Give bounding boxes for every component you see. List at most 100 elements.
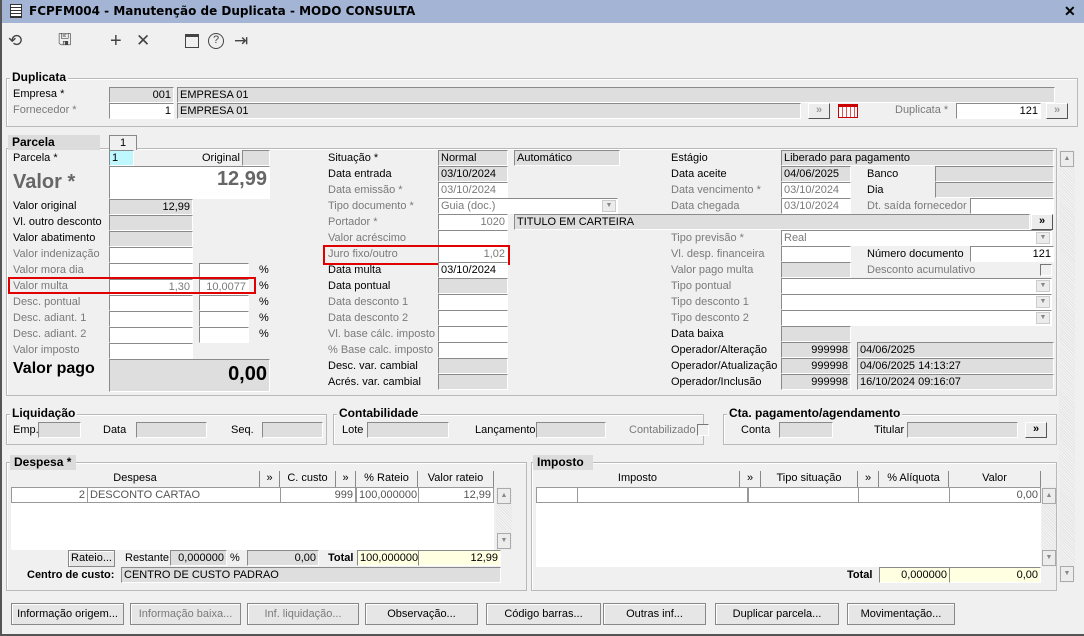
informacao-origem-button[interactable]: Informação origem... [11,603,124,625]
desc-pontual-pct-field[interactable] [199,295,249,311]
scroll-down-icon[interactable]: ▼ [1042,550,1056,566]
data-multa-label: Data multa [328,264,382,276]
desc-adiant2-pct-field[interactable] [199,327,249,343]
desc-acum-checkbox[interactable] [1040,264,1052,276]
chevron-down-icon[interactable]: ▼ [1036,280,1050,292]
undo-icon[interactable]: ⟲ [8,31,22,51]
delete-icon[interactable]: ✕ [136,31,150,51]
col-valor-rateio[interactable]: Valor rateio [418,471,494,488]
title-bar: FCPFM004 - Manutenção de Duplicata - MOD… [0,0,1084,23]
vencimento-field[interactable]: 03/10/2024 [781,182,851,198]
chevron-down-icon[interactable]: ▼ [602,200,616,212]
titular-search-button[interactable]: » [1025,422,1047,438]
desc2-field[interactable] [438,310,508,326]
valor-field[interactable]: 12,99 [109,166,270,199]
data-multa-field[interactable]: 03/10/2024 [438,262,508,278]
tipo-pontual-select[interactable]: ▼ [781,278,1052,294]
fornecedor-search-button[interactable]: » [808,103,830,119]
imposto-row-valor[interactable]: 0,00 [949,487,1041,503]
col-imposto[interactable]: Imposto [536,471,740,488]
imposto-row-name[interactable] [577,487,748,503]
previsao-select[interactable]: Real ▼ [781,230,1052,246]
emissao-field[interactable]: 03/10/2024 [438,182,508,198]
scroll-down-icon[interactable]: ▼ [497,533,511,549]
parcela-field[interactable]: 1 [109,150,134,166]
col-rateio[interactable]: % Rateio [356,471,418,488]
tipo-doc-select[interactable]: Guia (doc.) ▼ [438,198,618,214]
tipo-desc2-select[interactable]: ▼ [781,310,1052,326]
scroll-up-icon[interactable]: ▲ [1060,151,1074,167]
chevron-down-icon[interactable]: ▼ [1036,232,1050,244]
desc1-field[interactable] [438,294,508,310]
tipo-doc-value: Guia (doc.) [441,200,496,212]
pct-base-field[interactable] [438,342,508,358]
save-icon[interactable]: 🖫 [58,31,72,51]
despesa-row-rateio[interactable]: 100,000000 [356,487,419,503]
col-despesa[interactable]: Despesa [11,471,260,488]
calendar-icon[interactable] [838,104,858,118]
despesa-row-code[interactable]: 2 [11,487,88,503]
exit-icon[interactable]: ⇥ [234,31,248,51]
col-aliquota[interactable]: % Alíquota [879,471,949,488]
desc-pontual-field[interactable] [109,295,193,311]
scroll-up-icon[interactable]: ▲ [497,488,511,504]
chevron-down-icon[interactable]: ▼ [1036,296,1050,308]
contabilizado-checkbox[interactable] [697,424,709,436]
desc-adiant1-pct-field[interactable] [199,311,249,327]
saida-label: Dt. saída fornecedor [867,200,967,212]
despesa-row-name[interactable]: DESCONTO CARTAO [87,487,281,503]
duplicata-search-button[interactable]: » [1046,103,1068,119]
desc-adiant1-field[interactable] [109,311,193,327]
indenizacao-field[interactable] [109,247,193,263]
inf-liquidacao-button[interactable]: Inf. liquidação... [247,603,359,625]
base-imposto-field[interactable] [438,326,508,342]
window-title: FCPFM004 - Manutenção de Duplicata - MOD… [29,4,416,18]
desp-fin-field[interactable] [781,246,851,262]
col-ccusto[interactable]: C. custo [280,471,336,488]
despesa-row-ccusto[interactable]: 999 [280,487,356,503]
add-icon[interactable]: + [110,31,122,51]
observacao-button[interactable]: Observação... [365,603,478,625]
num-doc-field[interactable]: 121 [970,246,1054,262]
chevron-down-icon[interactable]: ▼ [1036,312,1050,324]
help-icon[interactable]: ? [208,33,224,49]
entrada-field: 03/10/2024 [438,166,508,182]
emp-label: Emp. [13,424,39,436]
imposto-row-code[interactable] [536,487,578,503]
tipo-desc1-select[interactable]: ▼ [781,294,1052,310]
saida-field[interactable] [970,198,1054,214]
imposto-row-aliquota[interactable] [858,487,950,503]
despesa-row-valor[interactable]: 12,99 [418,487,494,503]
imposto-lookup-button[interactable]: » [740,471,761,488]
data-pontual-field [438,278,508,294]
scroll-up-icon[interactable]: ▲ [1042,488,1056,504]
portador-code-field[interactable]: 1020 [438,214,508,230]
despesa-lookup-button[interactable]: » [260,471,280,488]
duplicata-field[interactable]: 121 [956,103,1041,119]
calendar-icon[interactable] [185,34,199,48]
duplicar-parcela-button[interactable]: Duplicar parcela... [715,603,839,625]
ccusto-lookup-button[interactable]: » [336,471,356,488]
imposto-tab-label: Imposto [533,455,593,470]
codigo-barras-button[interactable]: Código barras... [486,603,601,625]
movimentacao-button[interactable]: Movimentação... [847,603,955,625]
valor-imposto-field[interactable] [109,343,193,359]
informacao-baixa-button[interactable]: Informação baixa... [130,603,241,625]
imposto-row-situacao[interactable] [748,487,859,503]
duplicata-legend: Duplicata [10,70,69,84]
outras-inf-button[interactable]: Outras inf... [603,603,706,625]
scroll-down-icon[interactable]: ▼ [1060,566,1074,582]
main-scrollbar[interactable] [1059,150,1075,583]
desc-adiant2-field[interactable] [109,327,193,343]
fornecedor-code-field[interactable]: 1 [109,103,174,119]
parcela-tab-1[interactable]: 1 [109,135,137,150]
rateio-button[interactable]: Rateio... [68,550,115,567]
banco-label: Banco [867,168,899,180]
close-button[interactable]: ✕ [1064,3,1076,20]
tipo-situacao-lookup-button[interactable]: » [858,471,879,488]
chegada-field[interactable]: 03/10/2024 [781,198,851,214]
col-tipo-situacao[interactable]: Tipo situação [761,471,858,488]
portador-search-button[interactable]: » [1031,214,1053,230]
acrescimo-field[interactable] [438,230,508,246]
col-valor[interactable]: Valor [949,471,1041,488]
